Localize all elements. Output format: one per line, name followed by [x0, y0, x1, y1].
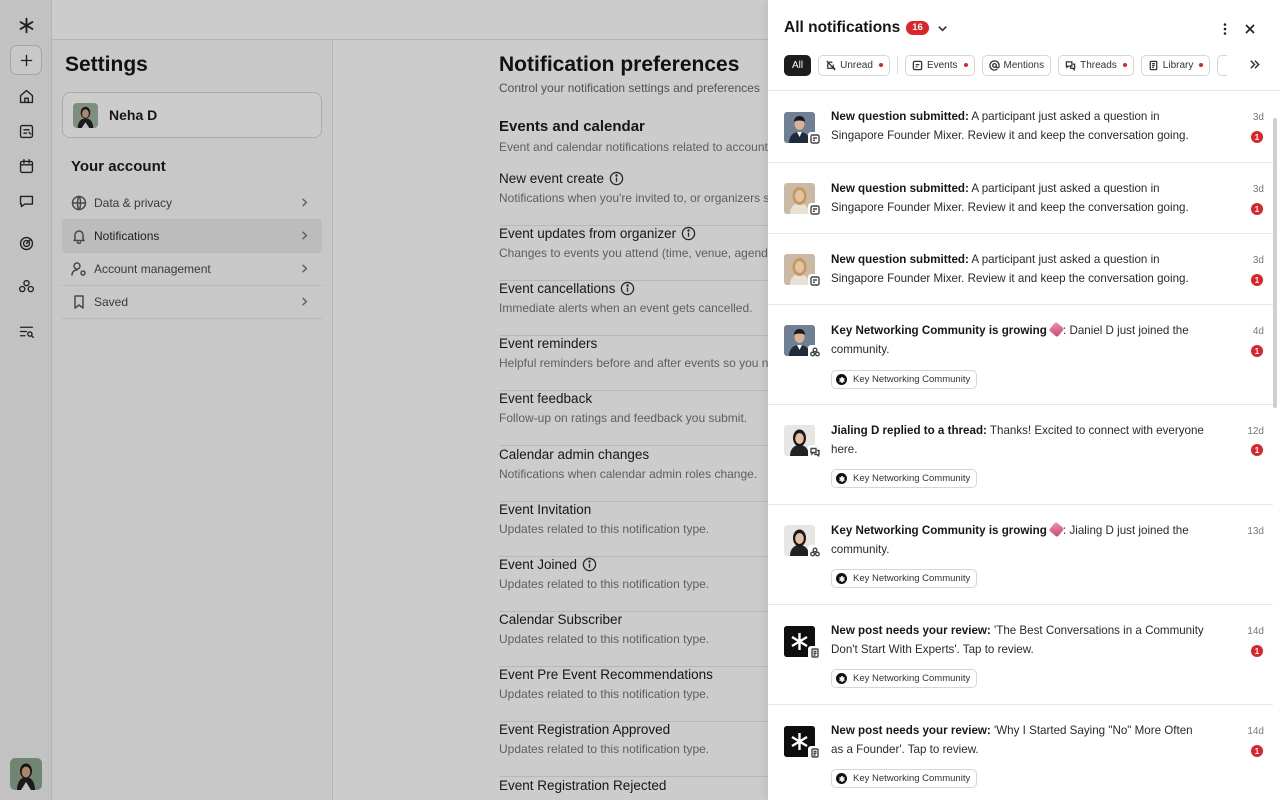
unread-dot — [1199, 63, 1204, 67]
notification-text: Key Networking Community is growing : Ji… — [831, 521, 1206, 559]
community-logo-icon — [836, 374, 847, 385]
community-logo-icon — [836, 673, 847, 684]
filter-overflow-chip[interactable] — [1217, 54, 1228, 76]
chevron-down-icon[interactable] — [936, 22, 949, 35]
threads-icon — [1065, 60, 1076, 71]
notification-item[interactable]: Jialing D replied to a thread: Thanks! E… — [768, 405, 1273, 505]
unread-dot — [1122, 63, 1127, 67]
community-tag[interactable]: Key Networking Community — [831, 569, 978, 588]
notification-item[interactable]: New post needs your review: 'Why I Start… — [768, 705, 1273, 800]
emoji-icon — [1048, 521, 1065, 538]
community-icon — [808, 345, 822, 359]
emoji-icon — [1048, 321, 1065, 338]
filter-library[interactable]: Library — [1140, 54, 1211, 76]
close-icon[interactable] — [1242, 21, 1258, 37]
unread-dot — [878, 63, 883, 67]
unread-badge: 1 — [1251, 131, 1263, 143]
modal-backdrop[interactable] — [0, 0, 768, 800]
filter-label: Events — [926, 59, 958, 71]
filter-events[interactable]: Events — [904, 54, 975, 76]
notification-time: 13d — [1247, 526, 1264, 537]
community-icon — [808, 545, 822, 559]
panel-title: All notifications — [784, 19, 901, 36]
community-tag[interactable]: Key Networking Community — [831, 769, 978, 788]
bell-off-icon — [826, 59, 836, 71]
filter-threads[interactable]: Threads — [1058, 54, 1134, 76]
notification-text: New post needs your review: 'Why I Start… — [831, 724, 1193, 756]
unread-badge: 1 — [1251, 444, 1263, 456]
events-icon — [912, 60, 923, 70]
panel-header[interactable]: All notifications 16 — [784, 19, 949, 37]
filter-unread[interactable]: Unread — [818, 54, 890, 76]
notification-item[interactable]: New question submitted: A participant ju… — [768, 163, 1273, 234]
notification-item[interactable]: New question submitted: A participant ju… — [768, 234, 1273, 305]
unread-badge: 1 — [1251, 274, 1263, 286]
filter-label: All — [792, 59, 804, 71]
notification-text: New question submitted: A participant ju… — [831, 110, 1189, 142]
notification-text: Jialing D replied to a thread: Thanks! E… — [831, 424, 1204, 456]
notification-time: 4d — [1252, 326, 1264, 337]
events-icon — [808, 274, 822, 288]
events-icon — [808, 203, 822, 217]
filter-label: Mentions — [1003, 59, 1045, 71]
filter-mentions[interactable]: Mentions — [981, 54, 1052, 76]
community-tag[interactable]: Key Networking Community — [831, 669, 978, 688]
notifications-panel: All notifications 16 All Unread Events M… — [768, 0, 1280, 800]
notification-time: 14d — [1247, 726, 1264, 737]
notification-time: 12d — [1247, 426, 1264, 437]
events-icon — [808, 132, 822, 146]
unread-badge: 1 — [1251, 645, 1263, 657]
notification-time: 3d — [1252, 255, 1264, 266]
unread-count-badge: 16 — [906, 21, 929, 35]
library-icon — [808, 646, 822, 660]
filter-chips: All Unread Events Mentions Threads Libra… — [784, 54, 1228, 76]
filter-label: Library — [1162, 59, 1194, 71]
community-logo-icon — [836, 773, 847, 784]
notification-time: 3d — [1252, 184, 1264, 195]
notification-time: 14d — [1247, 626, 1264, 637]
notification-text: New post needs your review: 'The Best Co… — [831, 624, 1204, 656]
library-icon — [1149, 60, 1158, 70]
notification-text: New question submitted: A participant ju… — [831, 253, 1189, 285]
notification-text: New question submitted: A participant ju… — [831, 182, 1189, 214]
unread-badge: 1 — [1251, 203, 1263, 215]
notification-item[interactable]: New post needs your review: 'The Best Co… — [768, 605, 1273, 705]
community-logo-icon — [836, 473, 847, 484]
filter-divider — [896, 56, 898, 74]
community-tag[interactable]: Key Networking Community — [831, 469, 978, 488]
filter-label: Threads — [1080, 59, 1117, 71]
notification-item[interactable]: Key Networking Community is growing : Ji… — [768, 505, 1273, 605]
notification-item[interactable]: Key Networking Community is growing : Da… — [768, 305, 1273, 405]
library-icon — [808, 746, 822, 760]
unread-badge: 1 — [1251, 745, 1263, 757]
filter-label: Unread — [840, 59, 873, 71]
notification-item[interactable]: New question submitted: A participant ju… — [768, 91, 1273, 163]
at-icon — [988, 59, 1000, 71]
notification-time: 3d — [1252, 112, 1264, 123]
threads-icon — [808, 445, 822, 459]
unread-dot — [963, 63, 968, 67]
unread-badge: 1 — [1251, 345, 1263, 357]
scrollbar[interactable] — [1273, 118, 1277, 408]
more-vertical-icon[interactable] — [1216, 20, 1234, 38]
notification-list: New question submitted: A participant ju… — [768, 90, 1280, 800]
notification-text: Key Networking Community is growing : Da… — [831, 321, 1206, 359]
filter-all[interactable]: All — [784, 54, 812, 76]
double-chevron-right-icon[interactable] — [1248, 58, 1261, 71]
community-logo-icon — [836, 573, 847, 584]
community-tag[interactable]: Key Networking Community — [831, 370, 978, 389]
